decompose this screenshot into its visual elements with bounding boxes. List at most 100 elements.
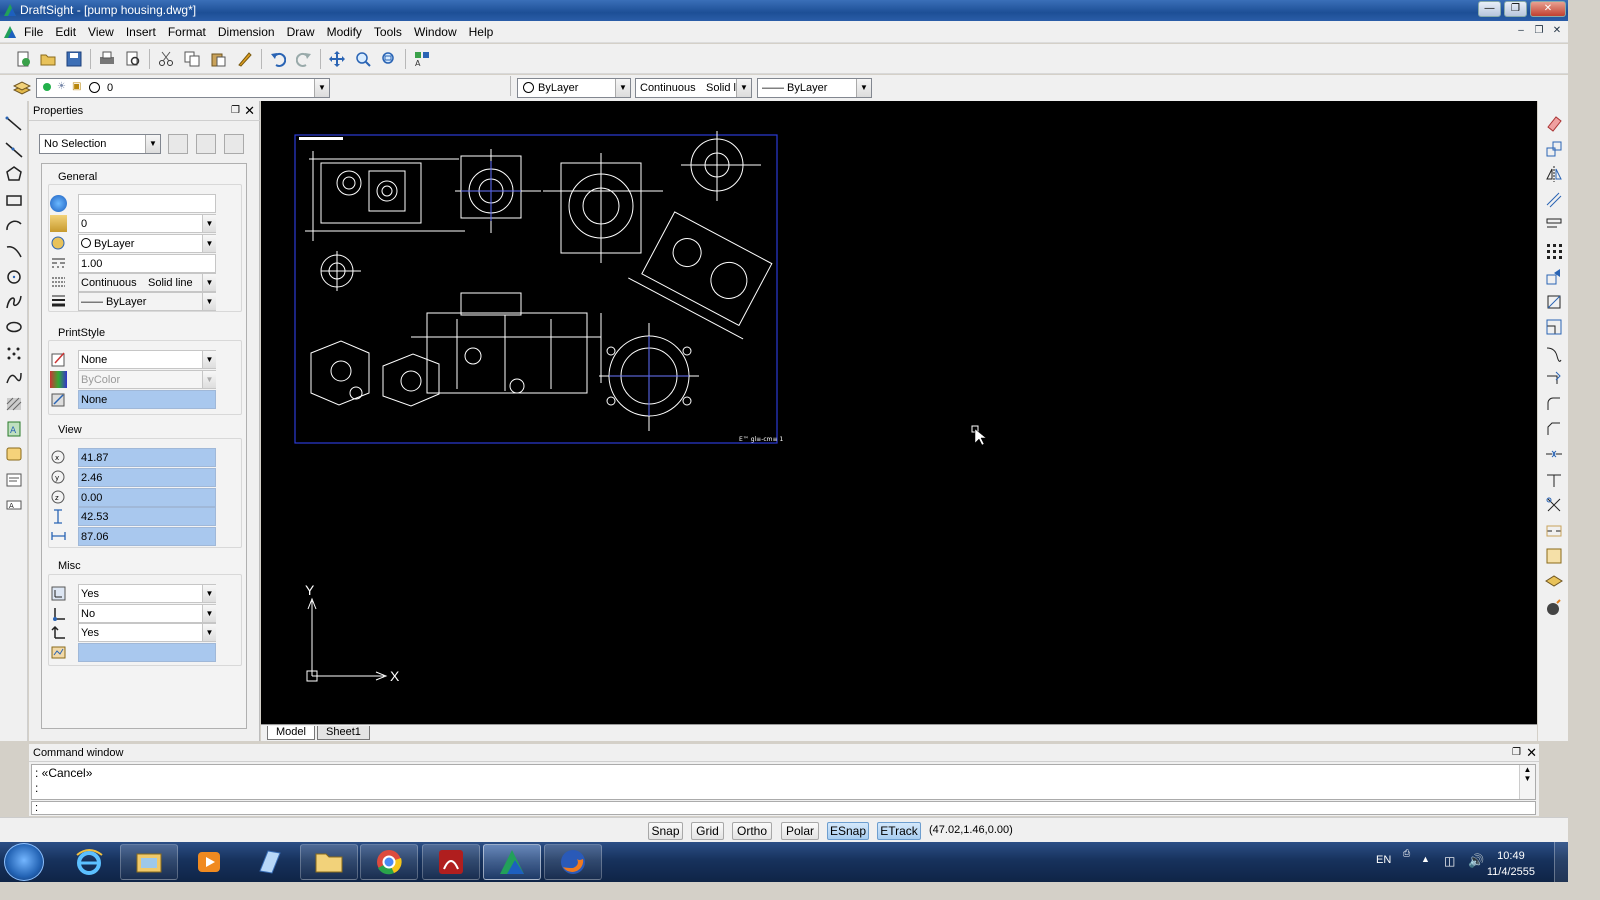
prop-width-field[interactable]: 87.06 [78,527,216,546]
save-icon[interactable] [64,49,84,69]
infinite-line-icon[interactable] [4,139,24,159]
doc-minimize-button[interactable]: – [1514,24,1528,38]
menu-window[interactable]: Window [408,25,463,39]
chevron-down-icon[interactable]: ▼ [856,79,871,97]
break-icon[interactable] [1544,521,1564,541]
prop-linetype-field[interactable]: Continuous Solid line [78,273,216,292]
tab-model[interactable]: Model [267,726,315,740]
drawing-canvas[interactable]: E™ gl≡-cm≡ 1 Y X [261,101,1537,724]
float-panel-icon[interactable]: ❐ [1512,747,1521,758]
show-desktop-button[interactable] [1554,842,1568,882]
match-properties-icon[interactable] [235,49,255,69]
array-icon[interactable] [1544,241,1564,261]
media-player-icon[interactable] [180,844,238,880]
chevron-down-icon[interactable]: ▼ [202,605,216,622]
grid-toggle[interactable]: Grid [691,822,724,840]
chamfer-icon[interactable] [1544,419,1564,439]
chevron-down-icon[interactable]: ▼ [145,135,160,153]
acrobat-icon[interactable] [422,844,480,880]
mirror-icon[interactable] [1544,164,1564,184]
prop-center-z-field[interactable]: 0.00 [78,488,216,507]
menu-file[interactable]: File [18,25,49,39]
note-icon[interactable] [4,470,24,490]
paste-icon[interactable] [208,49,228,69]
erase-icon[interactable] [1544,113,1564,133]
prop-printstyle-field[interactable]: None [78,350,216,369]
fillet-icon[interactable] [1544,394,1564,414]
menu-draw[interactable]: Draw [281,25,321,39]
line-icon[interactable] [4,113,24,133]
polyline-icon[interactable] [4,368,24,388]
make-block-icon[interactable] [4,444,24,464]
doc-close-button[interactable]: ✕ [1550,24,1564,38]
menu-view[interactable]: View [82,25,120,39]
chevron-down-icon[interactable]: ▼ [615,79,630,97]
chevron-down-icon[interactable]: ▼ [202,293,216,310]
history-scrollbar[interactable]: ▲ ▼ [1519,765,1535,799]
trim-icon[interactable] [1544,495,1564,515]
polar-toggle[interactable]: Polar [781,822,819,840]
selection-dropdown[interactable]: No Selection ▼ [39,134,161,154]
explode-icon[interactable] [1544,546,1564,566]
menu-dimension[interactable]: Dimension [212,25,281,39]
arc-3point-icon[interactable] [4,241,24,261]
prop-ucs-name-field[interactable] [78,643,216,662]
folder-icon[interactable] [300,844,358,880]
stationery-icon[interactable] [240,844,298,880]
zoom-window-icon[interactable] [379,49,399,69]
ortho-toggle[interactable]: Ortho [732,822,772,840]
document-icon[interactable] [3,25,17,39]
print-preview-icon[interactable] [123,49,143,69]
start-button[interactable] [4,843,44,881]
firefox-icon[interactable] [544,844,602,880]
file-explorer-icon[interactable] [120,844,178,880]
ellipse-icon[interactable] [4,317,24,337]
circle-icon[interactable] [4,267,24,287]
rectangle-icon[interactable] [4,190,24,210]
pattern-icon[interactable] [1544,215,1564,235]
redo-icon[interactable] [294,49,314,69]
prop-center-x-field[interactable]: 41.87 [78,448,216,467]
prop-colorby-field[interactable]: ByLayer [78,234,216,253]
point-icon[interactable] [4,343,24,363]
chevron-down-icon[interactable]: ▼ [202,274,216,291]
insert-block-icon[interactable]: A [4,419,24,439]
scale-icon[interactable] [1544,317,1564,337]
explode-bomb-icon[interactable] [1544,597,1564,617]
chevron-down-icon[interactable]: ▼ [202,215,216,232]
prop-ucsicon-origin-field[interactable]: No [78,604,216,623]
chevron-down-icon[interactable]: ▼ [202,235,216,252]
chevron-down-icon[interactable]: ▼ [202,585,216,602]
copy-icon[interactable] [182,49,202,69]
menu-help[interactable]: Help [463,25,500,39]
lengthen-icon[interactable] [1544,368,1564,388]
linetype-dropdown[interactable]: Continuous Solid l ▼ [635,78,752,98]
toggle-pickadd-icon[interactable] [224,134,244,154]
undo-icon[interactable] [268,49,288,69]
draftsight-taskbar-icon[interactable] [483,844,541,880]
menu-modify[interactable]: Modify [321,25,368,39]
prop-ucs-viewport-field[interactable]: Yes [78,623,216,642]
hatch-icon[interactable] [4,394,24,414]
print-icon[interactable] [97,49,117,69]
snap-toggle[interactable]: Snap [648,822,683,840]
menu-tools[interactable]: Tools [368,25,408,39]
open-icon[interactable] [38,49,58,69]
zoom-icon[interactable] [353,49,373,69]
network-icon[interactable]: ◫ [1444,854,1455,868]
minimize-button[interactable]: — [1478,1,1501,17]
properties-toggle-icon[interactable]: A [412,49,432,69]
chrome-icon[interactable] [360,844,418,880]
arc-icon[interactable] [4,215,24,235]
offset-icon[interactable] [1544,190,1564,210]
stretch-icon[interactable] [1544,343,1564,363]
chevron-down-icon[interactable]: ▼ [314,79,329,97]
polygon-icon[interactable] [4,164,24,184]
prop-printtable-field[interactable]: None [78,390,216,409]
spline-icon[interactable] [4,292,24,312]
keyboard-icon[interactable]: ⎙ [1403,848,1410,859]
join-icon[interactable] [1544,444,1564,464]
close-icon[interactable]: ✕ [1526,745,1537,761]
internet-explorer-icon[interactable] [60,844,118,880]
layer-manager-icon[interactable] [12,77,32,97]
